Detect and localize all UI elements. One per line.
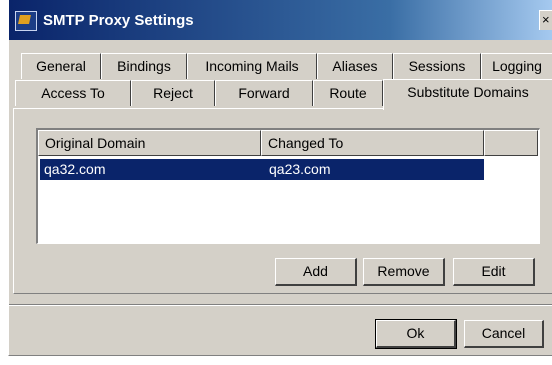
tab-forward[interactable]: Forward [215,80,313,106]
tab-general[interactable]: General [21,53,101,79]
tab-substitute-domains[interactable]: Substitute Domains [383,79,552,110]
title-bar[interactable]: SMTP Proxy Settings × [9,0,552,40]
column-header-original-domain[interactable]: Original Domain [38,130,261,156]
smtp-proxy-dialog: SMTP Proxy Settings × General Bindings I… [8,0,552,356]
close-icon[interactable]: × [539,10,552,30]
column-header-filler [484,130,538,156]
add-button[interactable]: Add [275,258,357,286]
tab-incoming-mails[interactable]: Incoming Mails [187,53,317,79]
tab-logging[interactable]: Logging [481,53,552,79]
cell-changed-to: qa23.com [269,161,331,177]
tab-access-to[interactable]: Access To [15,80,131,106]
tab-route[interactable]: Route [313,80,383,106]
tab-reject[interactable]: Reject [131,80,215,106]
separator-highlight [9,305,552,306]
cancel-button[interactable]: Cancel [464,320,544,348]
edit-button[interactable]: Edit [453,258,535,286]
substitute-domains-list[interactable]: Original Domain Changed To qa32.com qa23… [36,128,540,244]
tab-bindings[interactable]: Bindings [101,53,187,79]
remove-button[interactable]: Remove [363,258,445,286]
cell-original-domain: qa32.com [44,161,106,177]
column-header-changed-to[interactable]: Changed To [261,130,484,156]
tab-sessions[interactable]: Sessions [393,53,481,79]
app-icon [15,11,37,31]
window-title: SMTP Proxy Settings [43,12,194,29]
table-row[interactable] [40,159,484,180]
ok-button[interactable]: Ok [375,319,457,349]
tab-aliases[interactable]: Aliases [317,53,393,79]
